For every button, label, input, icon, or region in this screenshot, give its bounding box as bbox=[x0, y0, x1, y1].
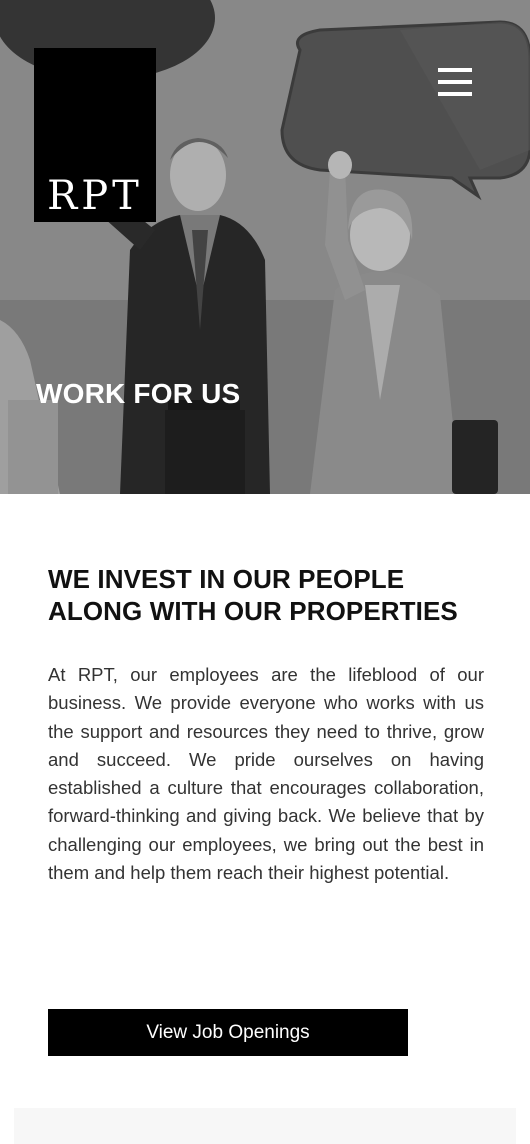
footer-section bbox=[14, 1108, 516, 1144]
rpt-logo[interactable]: RPT bbox=[34, 48, 156, 222]
body-paragraph: At RPT, our employees are the lifeblood … bbox=[48, 664, 484, 884]
main-content: WE INVEST IN OUR PEOPLE ALONG WITH OUR P… bbox=[48, 563, 484, 887]
hamburger-menu-icon[interactable] bbox=[434, 64, 476, 100]
menu-line bbox=[438, 68, 472, 72]
section-heading: WE INVEST IN OUR PEOPLE ALONG WITH OUR P… bbox=[48, 564, 458, 626]
view-job-openings-button[interactable]: View Job Openings bbox=[48, 1009, 408, 1056]
menu-line bbox=[438, 92, 472, 96]
menu-line bbox=[438, 80, 472, 84]
hero-banner: RPT WORK FOR US bbox=[0, 0, 530, 494]
logo-text: RPT bbox=[47, 173, 143, 219]
page-title: WORK FOR US bbox=[36, 378, 241, 409]
